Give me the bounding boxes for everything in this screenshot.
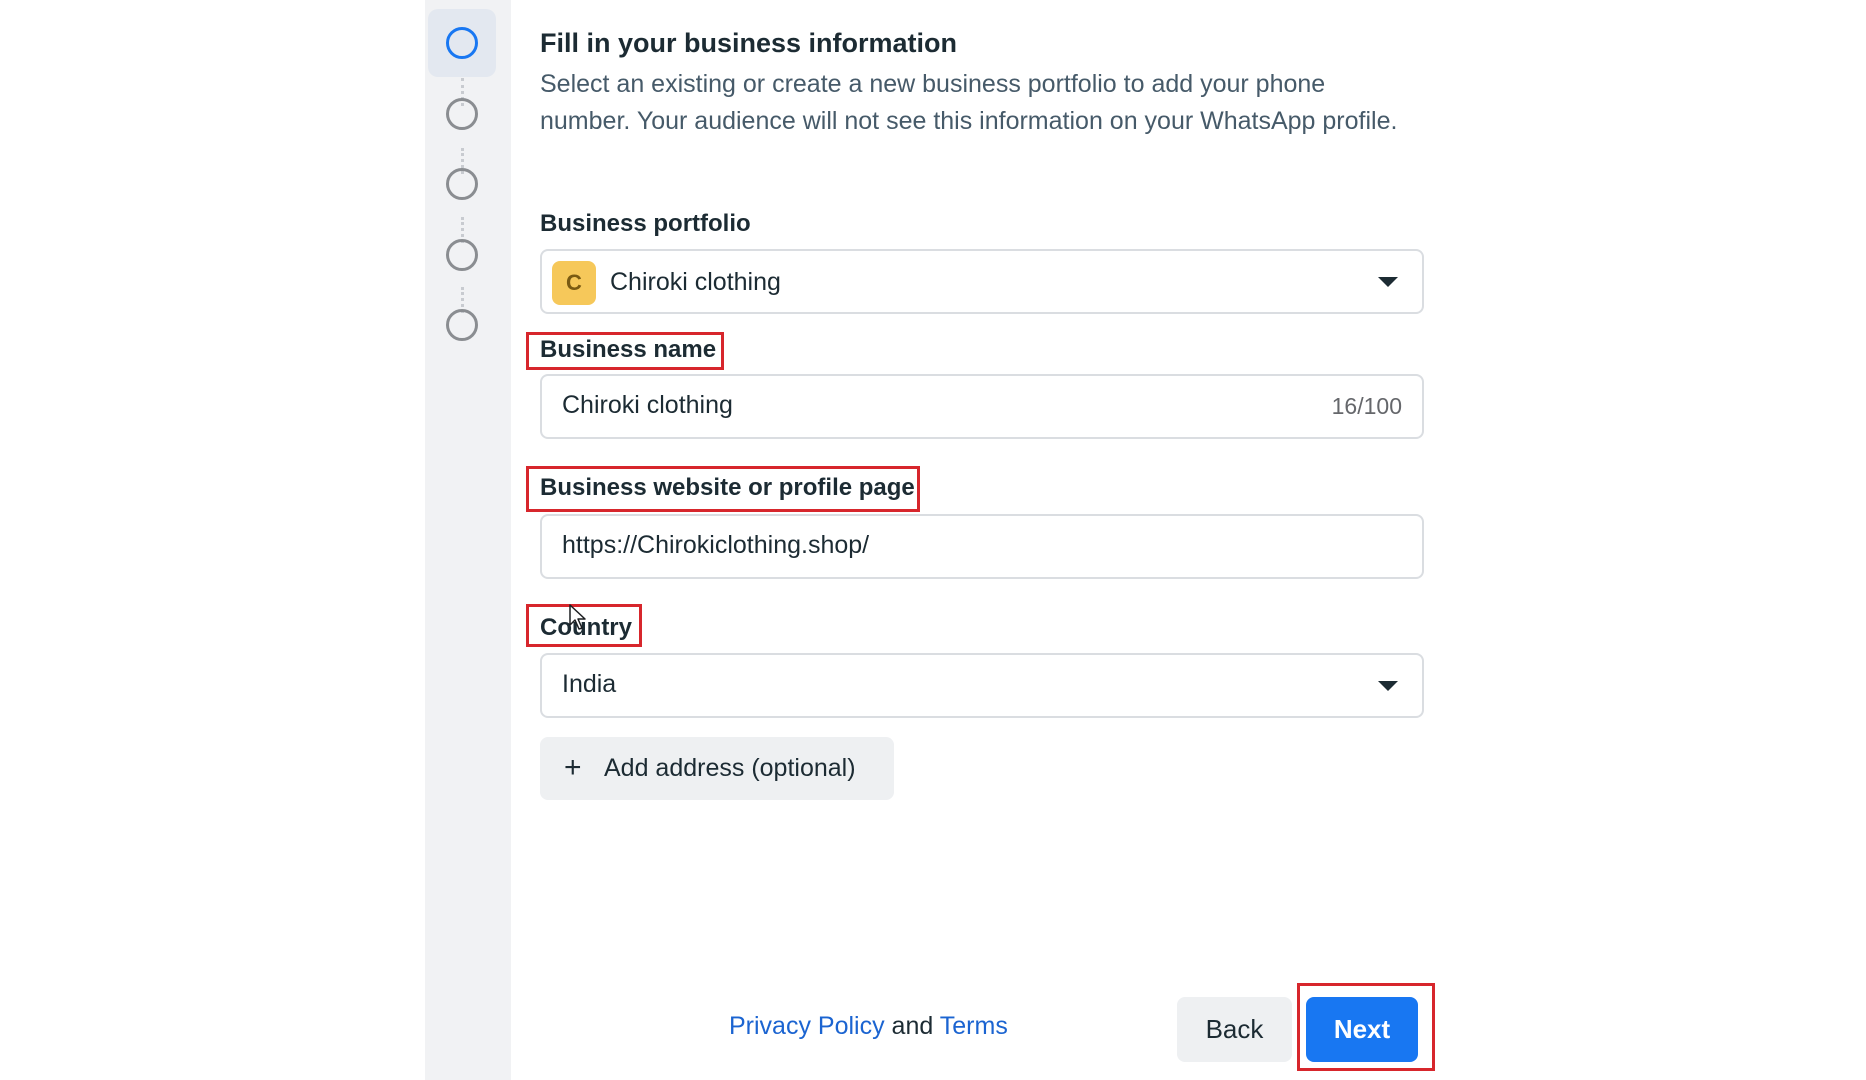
- footer-links: Privacy Policy and Terms: [729, 1012, 1008, 1041]
- business-website-input[interactable]: https://Chirokiclothing.shop/: [540, 514, 1424, 579]
- mouse-cursor-icon: [569, 604, 586, 630]
- business-portfolio-label: Business portfolio: [540, 210, 751, 237]
- business-name-value: Chiroki clothing: [562, 391, 733, 419]
- add-address-label: Add address (optional): [604, 754, 856, 782]
- business-website-value: https://Chirokiclothing.shop/: [562, 531, 870, 559]
- chevron-down-icon: [1378, 277, 1398, 287]
- plus-icon: +: [564, 751, 582, 784]
- character-counter: 16/100: [1331, 393, 1402, 419]
- country-value: India: [562, 670, 617, 698]
- step-5-circle-icon: [446, 309, 478, 341]
- step-1-circle-icon: [446, 27, 478, 59]
- page-description: Select an existing or create a new busin…: [540, 70, 1398, 135]
- progress-stepper: [425, 0, 511, 1080]
- business-name-label: Business name: [540, 336, 717, 363]
- terms-link[interactable]: Terms: [940, 1012, 1008, 1040]
- portfolio-avatar: C: [552, 261, 596, 305]
- step-4-circle-icon: [446, 239, 478, 271]
- business-name-input[interactable]: Chiroki clothing 16/100: [540, 374, 1424, 439]
- next-button[interactable]: Next: [1306, 997, 1418, 1062]
- business-portfolio-value: Chiroki clothing: [610, 268, 781, 296]
- step-2-circle-icon: [446, 98, 478, 130]
- business-website-label: Business website or profile page: [540, 474, 915, 501]
- screen: Fill in your business information Select…: [0, 0, 1866, 1080]
- step-3-circle-icon: [446, 168, 478, 200]
- chevron-down-icon: [1378, 681, 1398, 691]
- and-text: and: [891, 1012, 934, 1040]
- business-portfolio-select[interactable]: C Chiroki clothing: [540, 249, 1424, 314]
- back-button[interactable]: Back: [1177, 997, 1292, 1062]
- page-title: Fill in your business information: [540, 28, 958, 58]
- add-address-button[interactable]: + Add address (optional): [540, 737, 894, 800]
- privacy-policy-link[interactable]: Privacy Policy: [729, 1012, 885, 1040]
- country-select[interactable]: India: [540, 653, 1424, 718]
